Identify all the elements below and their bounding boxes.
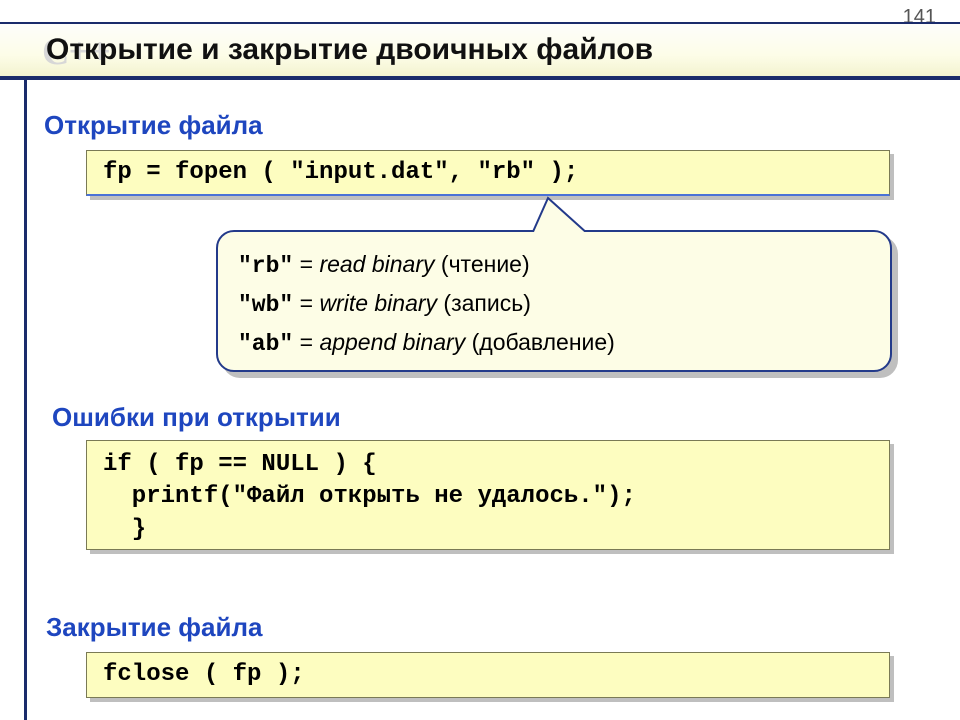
- modes-callout: "rb" = read binary (чтение) "wb" = write…: [216, 230, 892, 372]
- mode-row: "wb" = write binary (запись): [238, 285, 870, 324]
- code-error: if ( fp == NULL ) { printf("Файл открыть…: [86, 440, 890, 550]
- section-errors-heading: Ошибки при открытии: [52, 402, 341, 433]
- mode-row: "rb" = read binary (чтение): [238, 246, 870, 285]
- mode-code: "rb": [238, 253, 293, 279]
- mode-eq: =: [293, 251, 319, 277]
- mode-note: (добавление): [465, 329, 615, 355]
- left-rule: [24, 80, 27, 720]
- mode-desc: append binary: [319, 329, 465, 355]
- mode-eq: =: [293, 329, 319, 355]
- callout-pointer: [530, 196, 600, 236]
- section-close-heading: Закрытие файла: [46, 612, 262, 643]
- mode-desc: write binary: [319, 290, 437, 316]
- title-bar: C++ Открытие и закрытие двоичных файлов: [0, 22, 960, 80]
- code-open: fp = fopen ( "input.dat", "rb" );: [86, 150, 890, 196]
- section-open-heading: Открытие файла: [44, 110, 263, 141]
- mode-note: (запись): [437, 290, 531, 316]
- mode-row: "ab" = append binary (добавление): [238, 324, 870, 363]
- mode-code: "ab": [238, 331, 293, 357]
- code-close: fclose ( fp );: [86, 652, 890, 698]
- mode-desc: read binary: [319, 251, 434, 277]
- page-title: Открытие и закрытие двоичных файлов: [46, 33, 653, 67]
- mode-eq: =: [293, 290, 319, 316]
- mode-note: (чтение): [435, 251, 530, 277]
- mode-code: "wb": [238, 292, 293, 318]
